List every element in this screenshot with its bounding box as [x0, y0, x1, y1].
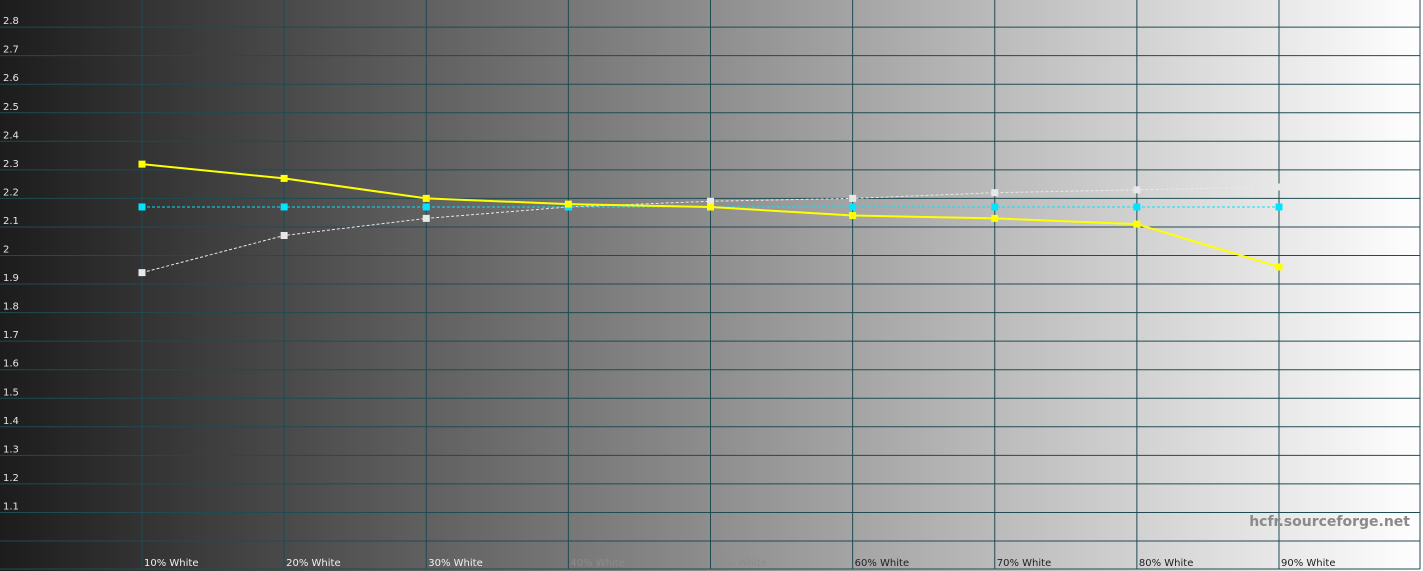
x-tick-label: 80% White: [1139, 558, 1193, 569]
data-point-target: [991, 203, 999, 211]
x-tick-label: 40% White: [570, 558, 624, 569]
y-tick-label: 1.9: [3, 273, 19, 284]
data-point-measured: [422, 194, 430, 202]
data-point-measured: [138, 160, 146, 168]
y-tick-label: 1.5: [3, 387, 19, 398]
x-tick-label: 30% White: [428, 558, 482, 569]
y-tick-label: 2: [3, 245, 9, 256]
y-tick-label: 2.6: [3, 73, 19, 84]
data-point-measured: [1275, 263, 1283, 271]
y-tick-label: 2.8: [3, 16, 19, 27]
y-tick-label: 1.2: [3, 473, 19, 484]
data-point-measured: [564, 200, 572, 208]
data-point-target: [1133, 203, 1141, 211]
data-point-measured: [707, 203, 714, 211]
data-point-reference: [422, 214, 430, 222]
x-tick-label: 90% White: [1281, 558, 1335, 569]
y-tick-label: 2.5: [3, 102, 19, 113]
y-tick-label: 2.3: [3, 159, 19, 170]
watermark-text: hcfr.sourceforge.net: [1249, 514, 1410, 530]
y-tick-label: 2.1: [3, 216, 19, 227]
data-point-target: [849, 203, 857, 211]
y-tick-label: 2.7: [3, 45, 19, 56]
data-point-measured: [991, 214, 999, 222]
gamma-chart: 1.1 1.2 1.3 1.4 1.5 1.6 1.7 1.8 1.9 2 2.1 2.2 2.3 2.4…: [0, 0, 1423, 571]
y-tick-label: 1.8: [3, 302, 19, 313]
data-point-measured: [1133, 220, 1141, 228]
x-tick-labels: 10% White 20% White 30% White 40% White 50% …: [144, 558, 1335, 569]
chart-background: [0, 0, 1423, 571]
x-tick-label: 10% White: [144, 558, 198, 569]
data-point-reference: [849, 194, 857, 202]
y-tick-label: 1.6: [3, 359, 19, 370]
x-tick-label: 20% White: [286, 558, 340, 569]
data-point-reference: [1275, 183, 1283, 191]
data-point-target: [280, 203, 288, 211]
data-point-target: [1275, 203, 1283, 211]
x-tick-label: 60% White: [855, 558, 909, 569]
data-point-target: [422, 203, 430, 211]
y-tick-label: 2.4: [3, 130, 19, 141]
data-point-reference: [991, 189, 999, 197]
data-point-target: [138, 203, 146, 211]
y-tick-label: 2.2: [3, 187, 19, 198]
x-tick-label: 50% White: [713, 558, 767, 569]
y-tick-label: 1.3: [3, 444, 19, 455]
x-tick-label: 70% White: [997, 558, 1051, 569]
data-point-measured: [849, 212, 857, 220]
y-tick-label: 1.1: [3, 501, 19, 512]
data-point-reference: [138, 269, 146, 277]
data-point-measured: [280, 174, 288, 182]
y-tick-label: 1.7: [3, 330, 19, 341]
data-point-reference: [280, 232, 288, 240]
gamma-chart-svg: 1.1 1.2 1.3 1.4 1.5 1.6 1.7 1.8 1.9 2 2.1 2.2 2.3 2.4…: [0, 0, 1423, 571]
y-tick-label: 1.4: [3, 416, 19, 427]
data-point-reference: [1133, 186, 1141, 194]
